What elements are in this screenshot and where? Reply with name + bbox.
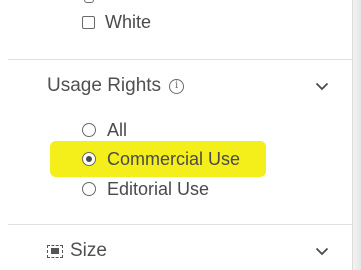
usage-rights-option-label: All	[107, 120, 128, 140]
usage-rights-option-all[interactable]: All	[82, 119, 127, 141]
usage-rights-option-commercial[interactable]: Commercial Use	[82, 148, 240, 170]
panel-scroll-edge	[352, 0, 361, 270]
filter-panel: White Usage Rights i All Commercial Use …	[0, 0, 361, 270]
usage-rights-option-label: Commercial Use	[107, 149, 241, 169]
size-icon	[47, 244, 63, 258]
color-white-label: White	[105, 12, 152, 32]
chevron-down-icon[interactable]	[313, 244, 331, 258]
chevron-down-icon[interactable]	[313, 79, 331, 93]
section-divider	[8, 224, 353, 225]
checkbox-partial-icon	[84, 0, 94, 3]
section-divider	[8, 59, 353, 60]
size-title: Size	[70, 240, 107, 261]
info-icon[interactable]: i	[169, 78, 185, 94]
color-white-checkbox-row[interactable]: White	[82, 11, 151, 33]
usage-rights-option-editorial[interactable]: Editorial Use	[82, 178, 209, 200]
radio-checked-icon[interactable]	[82, 152, 96, 166]
radio-icon[interactable]	[82, 123, 96, 137]
radio-icon[interactable]	[82, 182, 96, 196]
size-header[interactable]: Size	[47, 237, 331, 265]
usage-rights-title: Usage Rights	[47, 75, 162, 96]
checkbox-icon[interactable]	[82, 15, 95, 29]
usage-rights-option-label: Editorial Use	[107, 179, 210, 199]
usage-rights-header[interactable]: Usage Rights i	[47, 72, 331, 100]
